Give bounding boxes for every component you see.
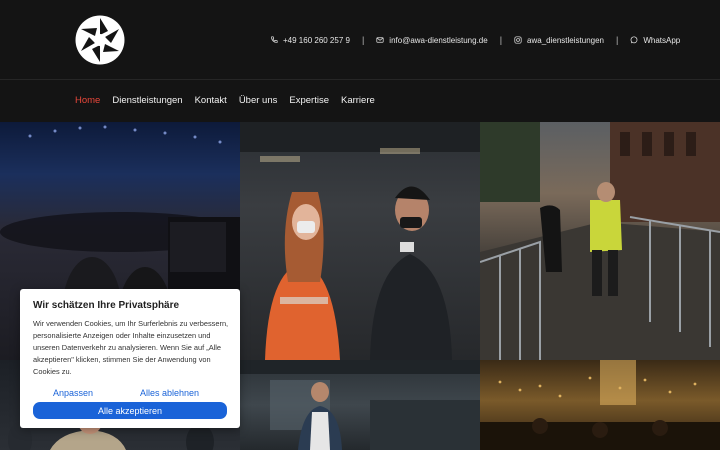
- nav-item-home[interactable]: Home: [75, 95, 100, 106]
- phone-icon: [271, 36, 278, 43]
- header-bar: +49 160 260 257 9 | info@awa-dienstleist…: [0, 0, 720, 80]
- camera-aperture-icon: [75, 15, 125, 65]
- whatsapp-icon: [630, 36, 638, 44]
- gallery-photo-crowd-barriers: [480, 122, 720, 360]
- main-navigation: Home Dienstleistungen Kontakt Über uns E…: [0, 81, 720, 122]
- customize-cookies-button[interactable]: Anpassen: [53, 388, 93, 398]
- accept-all-button[interactable]: Alle akzeptieren: [33, 402, 227, 419]
- gallery-photo-service-staff: [240, 360, 480, 450]
- email-address[interactable]: info@awa-dienstleistung.de: [389, 36, 487, 45]
- cookie-banner-text: Wir verwenden Cookies, um Ihr Surferlebn…: [33, 319, 229, 376]
- phone-contact[interactable]: +49 160 260 257 9: [270, 36, 350, 45]
- nav-item-ueber-uns[interactable]: Über uns: [239, 95, 278, 106]
- nav-item-dienstleistungen[interactable]: Dienstleistungen: [112, 95, 182, 106]
- separator: |: [616, 35, 619, 45]
- nav-item-expertise[interactable]: Expertise: [289, 95, 329, 106]
- logo[interactable]: [75, 15, 125, 65]
- nav-menu: Home Dienstleistungen Kontakt Über uns E…: [75, 95, 375, 106]
- mail-icon: [376, 37, 384, 43]
- instagram-contact[interactable]: awa_dienstleistungen: [514, 36, 604, 45]
- gallery-photo-event-hall: [480, 360, 720, 450]
- nav-item-karriere[interactable]: Karriere: [341, 95, 375, 106]
- nav-item-kontakt[interactable]: Kontakt: [195, 95, 227, 106]
- cookie-banner-title: Wir schätzen Ihre Privatsphäre: [33, 300, 180, 311]
- separator: |: [499, 35, 503, 45]
- gallery-photo-security-guards: [240, 122, 480, 360]
- contact-bar: +49 160 260 257 9 | info@awa-dienstleist…: [270, 33, 680, 47]
- whatsapp-contact[interactable]: WhatsApp: [630, 36, 680, 45]
- instagram-icon: [514, 36, 522, 44]
- whatsapp-link[interactable]: WhatsApp: [643, 36, 680, 45]
- instagram-handle[interactable]: awa_dienstleistungen: [527, 36, 604, 45]
- reject-all-button[interactable]: Alles ablehnen: [140, 388, 199, 398]
- email-contact[interactable]: info@awa-dienstleistung.de: [376, 36, 488, 45]
- phone-number[interactable]: +49 160 260 257 9: [283, 36, 350, 45]
- cookie-consent-banner: Wir schätzen Ihre Privatsphäre Wir verwe…: [20, 289, 240, 428]
- separator: |: [361, 35, 365, 45]
- cookie-secondary-actions: Anpassen Alles ablehnen: [33, 388, 227, 400]
